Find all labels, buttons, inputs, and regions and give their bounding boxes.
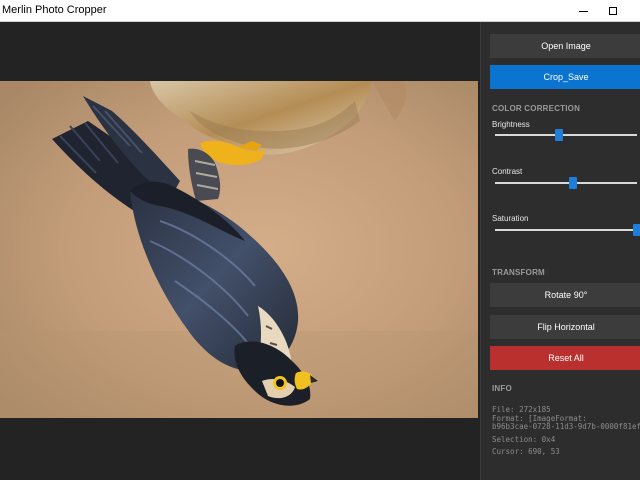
control-panel: Open Image Crop_Save COLOR CORRECTION Br… xyxy=(480,22,640,480)
contrast-slider[interactable] xyxy=(495,177,637,189)
saturation-label: Saturation xyxy=(492,214,529,223)
image-canvas[interactable] xyxy=(0,22,480,480)
title-bar: Merlin Photo Cropper xyxy=(0,0,640,22)
rotate-90-button[interactable]: Rotate 90° xyxy=(490,283,640,307)
maximize-icon xyxy=(609,7,617,15)
color-correction-heading: COLOR CORRECTION xyxy=(492,104,581,113)
flip-horizontal-button[interactable]: Flip Horizontal xyxy=(490,315,640,339)
info-file: File: 272x185 xyxy=(492,405,551,414)
contrast-label: Contrast xyxy=(492,167,523,176)
falcon-photo[interactable] xyxy=(0,81,478,418)
slider-track xyxy=(495,182,637,184)
slider-track xyxy=(495,229,637,231)
falcon-eye xyxy=(276,379,284,387)
crop-save-button[interactable]: Crop_Save xyxy=(490,65,640,89)
minimize-icon xyxy=(578,10,588,12)
info-cursor: Cursor: 690, 53 xyxy=(492,447,560,456)
info-heading: INFO xyxy=(492,384,512,393)
info-format-guid: b96b3cae-0728-11d3-9d7b-0000f81ef32e xyxy=(492,422,640,431)
slider-thumb[interactable] xyxy=(633,224,640,236)
slider-thumb[interactable] xyxy=(554,129,563,141)
info-selection: Selection: 0x4 xyxy=(492,435,556,444)
open-image-button[interactable]: Open Image xyxy=(490,34,640,58)
minimize-button[interactable] xyxy=(566,0,600,22)
maximize-button[interactable] xyxy=(596,0,630,22)
window-title: Merlin Photo Cropper xyxy=(2,4,107,16)
saturation-slider[interactable] xyxy=(495,224,640,236)
slider-track xyxy=(495,134,637,136)
reset-all-button[interactable]: Reset All xyxy=(490,346,640,370)
falcon-illustration xyxy=(0,81,478,418)
slider-thumb[interactable] xyxy=(569,177,578,189)
transform-heading: TRANSFORM xyxy=(492,268,545,277)
brightness-slider[interactable] xyxy=(495,129,637,141)
brightness-label: Brightness xyxy=(492,120,530,129)
